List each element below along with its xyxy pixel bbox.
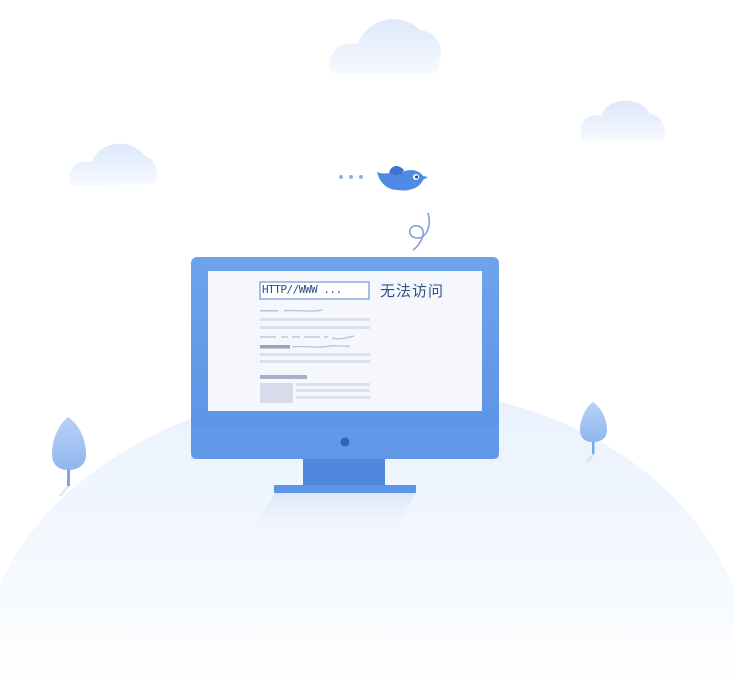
error-message: 无法访问 <box>380 282 445 300</box>
illustration-canvas <box>0 19 734 683</box>
cloud-icon <box>580 100 665 142</box>
url-text[interactable]: HTTP//WWW ... <box>262 282 368 298</box>
bird-trail-dots <box>339 175 363 179</box>
hanging-string <box>409 212 430 251</box>
cloud-icon <box>329 19 442 74</box>
cloud-icon <box>69 143 158 186</box>
bird-icon <box>377 166 428 191</box>
